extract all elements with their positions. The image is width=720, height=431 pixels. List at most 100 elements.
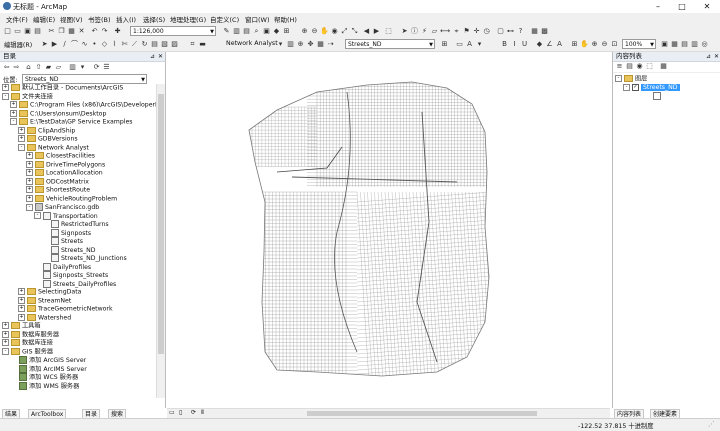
new-document-icon[interactable]: □ [3, 27, 12, 36]
collapse-icon[interactable]: - [34, 212, 41, 219]
trace-icon[interactable]: ∿ [80, 40, 89, 49]
print-icon[interactable]: ▤ [33, 27, 42, 36]
location-combo[interactable]: Streets_ND ▼ [22, 74, 147, 84]
expand-icon[interactable]: + [2, 84, 9, 91]
expand-icon[interactable]: + [18, 126, 25, 134]
menu-edit[interactable]: 编辑(E) [31, 14, 57, 24]
collapse-icon[interactable]: - [26, 203, 33, 211]
expand-icon[interactable]: + [26, 160, 33, 168]
catalog-tree-item[interactable]: 添加 WMS 服务器 [0, 381, 156, 391]
menu-geoprocessing[interactable]: 地理处理(G) [168, 14, 208, 24]
pan-icon[interactable]: ✋ [320, 27, 329, 36]
catalog-tree-item[interactable]: 添加 ArcIMS Server [0, 364, 156, 374]
collapse-icon[interactable]: - [615, 75, 622, 82]
cut-polygon-icon[interactable]: ✄ [120, 40, 129, 49]
catalog-tree-item[interactable]: + StreamNet [0, 296, 156, 306]
go-to-xy-icon[interactable]: ✛ [472, 27, 481, 36]
fixed-zoom-in-icon[interactable]: ⤢ [340, 27, 349, 36]
resize-grip-icon[interactable]: ⋰ [708, 420, 715, 428]
catalog-tree-item[interactable]: + ShortestRoute [0, 186, 156, 195]
bold-icon[interactable]: B [500, 40, 509, 49]
forward-icon[interactable]: ▶ [372, 27, 381, 36]
expand-icon[interactable]: + [18, 296, 25, 304]
edit-tool-icon[interactable]: ➤ [40, 40, 49, 49]
expand-icon[interactable]: + [10, 109, 17, 117]
catalog-tree-item[interactable]: - 文件夹连接 [0, 92, 156, 102]
find-icon[interactable]: ⌖ [452, 27, 461, 36]
catalog-tree-item[interactable]: + VehicleRoutingProblem [0, 194, 156, 204]
layout-tool-icon[interactable]: ▦ [530, 27, 539, 36]
arcmap-help-icon[interactable]: ? [516, 27, 525, 36]
menu-file[interactable]: 文件(F) [4, 14, 30, 24]
list-by-visibility-icon[interactable]: ◉ [635, 62, 644, 71]
split-icon[interactable]: ⟋ [130, 40, 139, 49]
catalog-tree-item[interactable]: + 数据库连接 [0, 339, 156, 348]
sketch-properties-icon[interactable]: ▧ [160, 40, 169, 49]
create-viewer-window-icon[interactable]: ▢ [496, 27, 505, 36]
attributes-icon[interactable]: ▤ [150, 40, 159, 49]
add-data-icon[interactable]: ✚ [113, 27, 122, 36]
network-analyst-window-icon[interactable]: ▥ [286, 40, 295, 49]
hyperlink-icon[interactable]: ⚡ [420, 27, 429, 36]
select-elements-icon[interactable]: ➤ [400, 27, 409, 36]
editor-toolbar-icon[interactable]: ✎ [222, 27, 231, 36]
catalog-tree-item[interactable]: - SanFrancisco.gdb [0, 203, 156, 212]
catalog-scrollbar[interactable] [156, 84, 165, 398]
catalog-options-icon[interactable]: ☰ [102, 63, 111, 72]
catalog-tree-item[interactable]: Signposts [0, 228, 156, 238]
line-color-icon[interactable]: ∠ [545, 40, 554, 49]
close-icon[interactable]: ✕ [714, 52, 719, 61]
menu-windows[interactable]: 窗口(W) [243, 14, 272, 24]
reshape-icon[interactable]: ⌇ [110, 40, 119, 49]
catalog-tree-item[interactable]: + GDBVersions [0, 135, 156, 144]
catalog-tree-item[interactable]: + C:\Program Files (x86)\ArcGIS\Developer… [0, 101, 156, 110]
toggle-draft-mode-icon[interactable]: ▣ [660, 40, 669, 49]
close-icon[interactable]: ✕ [158, 52, 163, 61]
catalog-tree-item[interactable]: RestrictedTurns [0, 220, 156, 229]
catalog-tree-item[interactable]: + ClosestFacilities [0, 152, 156, 161]
catalog-tree-item[interactable]: - Network Analyst [0, 143, 156, 153]
layout-view-icon[interactable]: ▯ [179, 409, 182, 416]
create-features-icon[interactable]: ▨ [170, 40, 179, 49]
open-icon[interactable]: ▭ [13, 27, 22, 36]
catalog-tree-item[interactable]: + 工具箱 [0, 322, 156, 331]
edit-annotation-icon[interactable]: ▶ [50, 40, 59, 49]
expand-icon[interactable]: + [26, 169, 33, 176]
refresh-icon[interactable]: ⟳ [92, 63, 101, 72]
cut-icon[interactable]: ✂ [47, 27, 56, 36]
directions-icon[interactable]: ⇢ [326, 40, 335, 49]
delete-icon[interactable]: ✕ [77, 27, 86, 36]
italic-icon[interactable]: I [510, 40, 519, 49]
select-features-icon[interactable]: ⬚ [384, 27, 393, 36]
focus-data-frame-icon[interactable]: ▦ [670, 40, 679, 49]
measure-icon[interactable]: ⟷ [440, 27, 450, 36]
expand-icon[interactable]: + [2, 339, 9, 346]
list-by-selection-icon[interactable]: ⬚ [645, 62, 654, 71]
expand-icon[interactable]: + [26, 186, 33, 193]
data-driven-pages-icon[interactable]: ▥ [690, 40, 699, 49]
collapse-icon[interactable]: - [623, 83, 630, 91]
toggle-contents-panel-icon[interactable]: ▥ [68, 63, 77, 72]
editor-menu-button[interactable]: 编辑器(R) [4, 40, 32, 49]
search-window-icon[interactable]: ⌕ [252, 27, 261, 36]
back-icon[interactable]: ◀ [362, 27, 371, 36]
catalog-tree-item[interactable]: Streets_ND_Junctions [0, 254, 156, 263]
connect-folder-icon[interactable]: ▰ [44, 63, 53, 72]
catalog-tree-item[interactable]: + ClipAndShip [0, 126, 156, 136]
edit-vertices-icon[interactable]: ◇ [100, 40, 109, 49]
minimize-icon[interactable]: – [646, 0, 670, 13]
layer-name[interactable]: Streets_ND [641, 84, 680, 91]
map-view[interactable] [167, 52, 610, 407]
catalog-tree-item[interactable]: + DriveTimePolygons [0, 160, 156, 170]
menu-bookmarks[interactable]: 书签(B) [86, 14, 113, 24]
scrollbar-thumb[interactable] [158, 94, 164, 354]
view-options-icon[interactable]: ▾ [78, 63, 87, 72]
catalog-tree-item[interactable]: - Transportation [0, 211, 156, 221]
close-icon[interactable]: ✕ [695, 0, 719, 13]
maximize-icon[interactable]: □ [670, 0, 694, 13]
font-icon[interactable]: ▾ [475, 40, 484, 49]
modelbuilder-icon[interactable]: ⊞ [282, 27, 291, 36]
list-by-source-icon[interactable]: ▤ [625, 62, 634, 71]
catalog-tree-item[interactable]: DailyProfiles [0, 262, 156, 272]
change-layout-icon[interactable]: ▤ [680, 40, 689, 49]
